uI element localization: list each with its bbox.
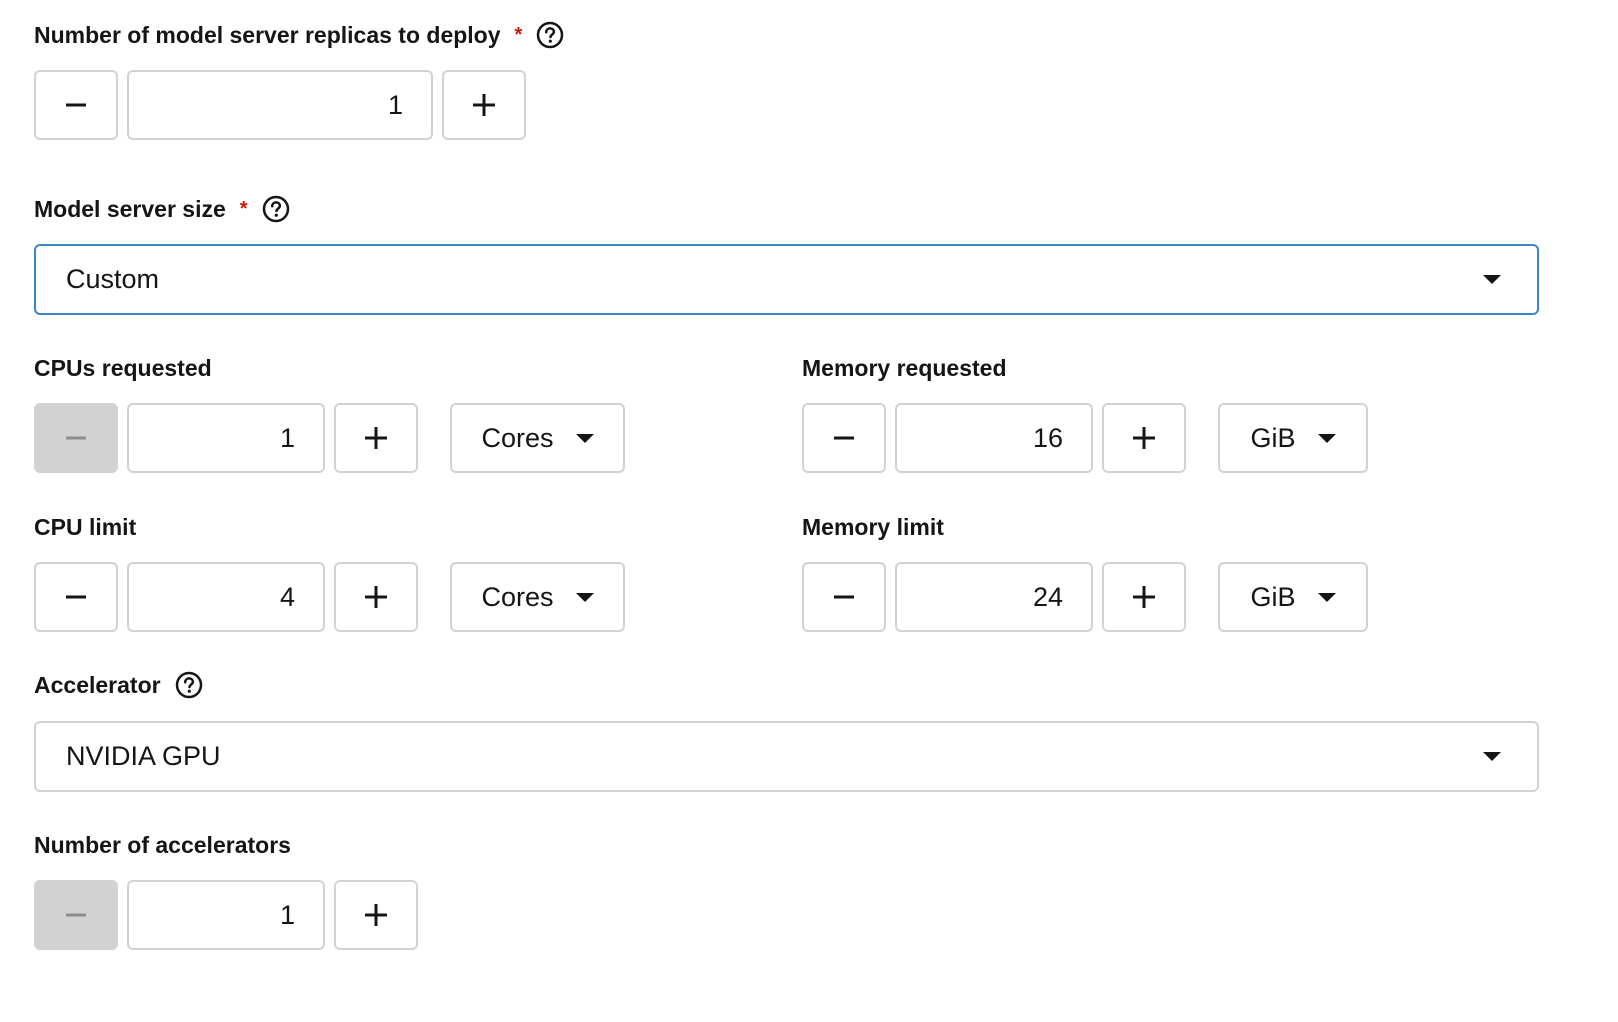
memory-limit-increment-button[interactable] <box>1102 562 1186 632</box>
help-icon[interactable] <box>536 21 564 49</box>
replicas-decrement-button[interactable] <box>34 70 118 140</box>
plus-icon <box>365 904 387 926</box>
caret-down-icon <box>575 592 594 602</box>
caret-down-icon <box>1483 275 1501 284</box>
memory-limit-unit-select[interactable]: GiB <box>1218 562 1368 632</box>
num-accelerators-increment-button[interactable] <box>334 880 418 950</box>
minus-icon <box>66 913 86 917</box>
cpu-limit-unit-select[interactable]: Cores <box>450 562 625 632</box>
cpu-requested-increment-button[interactable] <box>334 403 418 473</box>
required-asterisk: * <box>239 197 248 220</box>
accelerator-value: NVIDIA GPU <box>66 741 221 771</box>
plus-icon <box>473 94 495 116</box>
server-size-label-row: Model server size * <box>34 194 290 224</box>
num-accelerators-input[interactable]: 1 <box>127 880 325 950</box>
memory-limit-input[interactable]: 24 <box>895 562 1093 632</box>
replicas-label-row: Number of model server replicas to deplo… <box>34 20 564 50</box>
memory-requested-increment-button[interactable] <box>1102 403 1186 473</box>
accelerator-label-row: Accelerator <box>34 670 203 700</box>
memory-requested-unit-select[interactable]: GiB <box>1218 403 1368 473</box>
replicas-label: Number of model server replicas to deplo… <box>34 21 501 48</box>
caret-down-icon <box>575 433 594 443</box>
replicas-increment-button[interactable] <box>442 70 526 140</box>
help-icon[interactable] <box>175 671 203 699</box>
server-size-select[interactable]: Custom <box>34 244 1539 315</box>
cpu-limit-unit-value: Cores <box>481 581 554 612</box>
cpu-limit-increment-button[interactable] <box>334 562 418 632</box>
minus-icon <box>834 436 854 440</box>
caret-down-icon <box>1317 592 1336 602</box>
cpu-limit-decrement-button[interactable] <box>34 562 118 632</box>
memory-requested-decrement-button[interactable] <box>802 403 886 473</box>
memory-requested-label: Memory requested <box>802 354 1007 381</box>
help-icon[interactable] <box>262 195 290 223</box>
accelerator-label: Accelerator <box>34 671 161 698</box>
accelerator-select[interactable]: NVIDIA GPU <box>34 721 1539 792</box>
cpu-limit-input[interactable]: 4 <box>127 562 325 632</box>
required-asterisk: * <box>514 23 523 46</box>
memory-limit-unit-value: GiB <box>1250 581 1296 612</box>
server-size-label: Model server size <box>34 195 226 222</box>
memory-limit-label: Memory limit <box>802 513 944 540</box>
memory-requested-input[interactable]: 16 <box>895 403 1093 473</box>
caret-down-icon <box>1483 752 1501 761</box>
cpu-requested-input[interactable]: 1 <box>127 403 325 473</box>
plus-icon <box>365 427 387 449</box>
cpu-requested-unit-select[interactable]: Cores <box>450 403 625 473</box>
caret-down-icon <box>1317 433 1336 443</box>
plus-icon <box>1133 427 1155 449</box>
num-accelerators-label: Number of accelerators <box>34 831 291 858</box>
plus-icon <box>365 586 387 608</box>
memory-limit-decrement-button[interactable] <box>802 562 886 632</box>
plus-icon <box>1133 586 1155 608</box>
replicas-input[interactable]: 1 <box>127 70 433 140</box>
cpu-requested-decrement-button[interactable] <box>34 403 118 473</box>
cpu-limit-label: CPU limit <box>34 513 137 540</box>
minus-icon <box>66 436 86 440</box>
cpu-requested-unit-value: Cores <box>481 422 554 453</box>
minus-icon <box>66 103 86 107</box>
minus-icon <box>66 595 86 599</box>
cpu-requested-label: CPUs requested <box>34 354 212 381</box>
minus-icon <box>834 595 854 599</box>
num-accelerators-decrement-button[interactable] <box>34 880 118 950</box>
server-size-value: Custom <box>66 264 160 294</box>
memory-requested-unit-value: GiB <box>1250 422 1296 453</box>
